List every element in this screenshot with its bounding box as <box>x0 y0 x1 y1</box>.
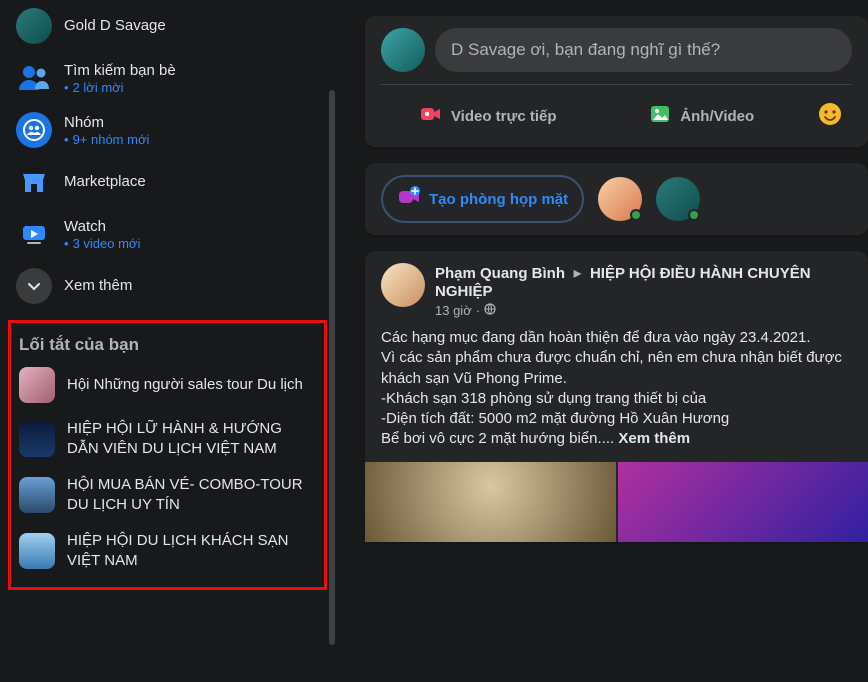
sidebar-see-more[interactable]: Xem thêm <box>8 260 327 312</box>
chevron-down-icon <box>16 268 52 304</box>
avatar <box>16 8 52 44</box>
sidebar-item-find-friends[interactable]: Tìm kiếm bạn bè 2 lời mời <box>8 52 327 104</box>
group-thumbnail <box>19 421 55 457</box>
marketplace-icon <box>16 164 52 200</box>
post-composer: D Savage ơi, bạn đang nghĩ gì thế? Video… <box>365 16 868 147</box>
feed-post: Phạm Quang Bình ▸ HIỆP HỘI ĐIỀU HÀNH CHU… <box>365 251 868 542</box>
post-author[interactable]: Phạm Quang Bình <box>435 265 565 282</box>
smiley-icon <box>817 101 843 131</box>
shortcut-label: HIỆP HỘI LỮ HÀNH & HƯỚNG DẪN VIÊN DU LỊC… <box>67 419 316 459</box>
post-timestamp[interactable]: 13 giờ · <box>435 303 852 318</box>
see-more-link[interactable]: Xem thêm <box>618 430 690 447</box>
sidebar-item-marketplace[interactable]: Marketplace <box>8 156 327 208</box>
globe-icon <box>484 303 496 318</box>
watch-icon <box>16 216 52 252</box>
group-thumbnail <box>19 367 55 403</box>
room-contact[interactable] <box>598 177 642 221</box>
shortcut-label: HIỆP HỘI DU LỊCH KHÁCH SẠN VIỆT NAM <box>67 531 316 571</box>
see-more-label: Xem thêm <box>64 276 319 296</box>
room-contact[interactable] <box>656 177 700 221</box>
live-video-button[interactable]: Video trực tiếp <box>381 93 595 139</box>
sidebar-item-sub: 3 video mới <box>64 236 319 251</box>
create-room-icon <box>397 185 421 213</box>
shortcut-label: Hội Những người sales tour Du lịch <box>67 375 303 395</box>
post-author-avatar[interactable] <box>381 263 425 307</box>
create-room-label: Tạo phòng họp mặt <box>429 191 568 208</box>
video-camera-icon <box>419 102 443 130</box>
post-body: Các hạng mục đang dần hoàn thiện để đưa … <box>381 328 852 450</box>
sidebar-profile[interactable]: Gold D Savage <box>8 0 327 52</box>
post-image[interactable] <box>618 462 868 542</box>
action-label: Ảnh/Video <box>680 108 754 125</box>
sidebar-item-label: Watch <box>64 217 319 237</box>
create-room-button[interactable]: Tạo phòng họp mặt <box>381 175 584 223</box>
shortcut-item[interactable]: HIỆP HỘI DU LỊCH KHÁCH SẠN VIỆT NAM <box>11 523 324 579</box>
shortcut-item[interactable]: Hội Những người sales tour Du lịch <box>11 359 324 411</box>
action-label: Video trực tiếp <box>451 108 557 125</box>
scrollbar[interactable] <box>329 90 335 645</box>
highlight-box: Lối tắt của bạn Hội Những người sales to… <box>8 320 327 590</box>
shortcut-label: HỘI MUA BÁN VÉ- COMBO-TOUR DU LỊCH UY TÍ… <box>67 475 316 515</box>
rooms-bar: Tạo phòng họp mặt <box>365 163 868 235</box>
shortcut-item[interactable]: HIỆP HỘI LỮ HÀNH & HƯỚNG DẪN VIÊN DU LỊC… <box>11 411 324 467</box>
sidebar-item-groups[interactable]: Nhóm 9+ nhóm mới <box>8 104 327 156</box>
profile-name: Gold D Savage <box>64 16 319 36</box>
sidebar-item-label: Tìm kiếm bạn bè <box>64 61 319 81</box>
sidebar-item-sub: 2 lời mời <box>64 80 319 95</box>
shortcuts-header: Lối tắt của bạn <box>11 323 324 359</box>
groups-icon <box>16 112 52 148</box>
feeling-button[interactable] <box>808 93 852 139</box>
left-sidebar: Gold D Savage Tìm kiếm bạn bè 2 lời mời … <box>0 0 335 682</box>
shortcut-item[interactable]: HỘI MUA BÁN VÉ- COMBO-TOUR DU LỊCH UY TÍ… <box>11 467 324 523</box>
sidebar-item-watch[interactable]: Watch 3 video mới <box>8 208 327 260</box>
photo-video-button[interactable]: Ảnh/Video <box>595 93 809 139</box>
post-image-grid[interactable] <box>365 462 868 542</box>
main-feed: D Savage ơi, bạn đang nghĩ gì thế? Video… <box>335 0 868 682</box>
group-thumbnail <box>19 477 55 513</box>
avatar[interactable] <box>381 28 425 72</box>
composer-input[interactable]: D Savage ơi, bạn đang nghĩ gì thế? <box>435 28 852 72</box>
post-image[interactable] <box>365 462 616 542</box>
caret-right-icon: ▸ <box>573 265 581 282</box>
sidebar-item-label: Marketplace <box>64 172 319 192</box>
sidebar-item-sub: 9+ nhóm mới <box>64 132 319 147</box>
friends-icon <box>16 60 52 96</box>
group-thumbnail <box>19 533 55 569</box>
photo-icon <box>648 102 672 130</box>
sidebar-item-label: Nhóm <box>64 113 319 133</box>
